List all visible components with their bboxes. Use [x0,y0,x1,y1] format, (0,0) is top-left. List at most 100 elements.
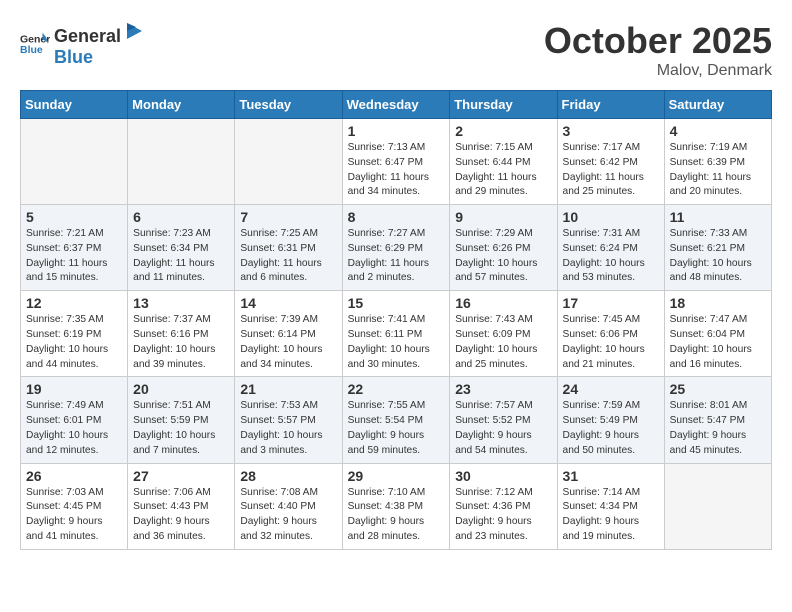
calendar-day-cell: 13 Sunrise: 7:37 AM Sunset: 6:16 PM Dayli… [128,291,235,377]
calendar-day-cell: 30 Sunrise: 7:12 AM Sunset: 4:36 PM Dayli… [450,463,557,549]
day-info: Sunrise: 7:19 AM Sunset: 6:39 PM Dayligh… [670,141,766,200]
logo-icon: General Blue [20,29,50,59]
day-info: Sunrise: 7:43 AM Sunset: 6:09 PM Dayligh… [455,313,551,372]
day-number: 17 [563,295,659,311]
calendar-day-cell: 2 Sunrise: 7:15 AM Sunset: 6:44 PM Daylig… [450,119,557,205]
calendar-day-cell [128,119,235,205]
calendar-day-cell: 4 Sunrise: 7:19 AM Sunset: 6:39 PM Daylig… [664,119,771,205]
calendar-day-cell: 26Sunrise: 7:03 AM Sunset: 4:45 PM Dayli… [21,463,128,549]
calendar-day-cell: 5 Sunrise: 7:21 AM Sunset: 6:37 PM Daylig… [21,205,128,291]
weekday-header-saturday: Saturday [664,91,771,119]
logo-flag-icon [122,20,144,42]
logo-blue: Blue [54,47,93,67]
day-number: 2 [455,123,551,139]
calendar-day-cell: 27Sunrise: 7:06 AM Sunset: 4:43 PM Dayli… [128,463,235,549]
weekday-header-friday: Friday [557,91,664,119]
day-info: Sunrise: 7:59 AM Sunset: 5:49 PM Dayligh… [563,399,659,458]
day-info: Sunrise: 7:03 AM Sunset: 4:45 PM Dayligh… [26,486,122,545]
calendar-day-cell: 12Sunrise: 7:35 AM Sunset: 6:19 PM Dayli… [21,291,128,377]
day-number: 23 [455,381,551,397]
weekday-header-row: SundayMondayTuesdayWednesdayThursdayFrid… [21,91,772,119]
month-title: October 2025 [544,20,772,62]
logo-general: General [54,26,121,47]
calendar-day-cell: 14 Sunrise: 7:39 AM Sunset: 6:14 PM Dayli… [235,291,342,377]
day-number: 20 [133,381,229,397]
day-number: 18 [670,295,766,311]
weekday-header-tuesday: Tuesday [235,91,342,119]
weekday-header-monday: Monday [128,91,235,119]
day-info: Sunrise: 7:10 AM Sunset: 4:38 PM Dayligh… [348,486,445,545]
day-info: Sunrise: 7:31 AM Sunset: 6:24 PM Dayligh… [563,227,659,286]
day-info: Sunrise: 7:55 AM Sunset: 5:54 PM Dayligh… [348,399,445,458]
weekday-header-sunday: Sunday [21,91,128,119]
calendar-day-cell: 18 Sunrise: 7:47 AM Sunset: 6:04 PM Dayli… [664,291,771,377]
day-number: 16 [455,295,551,311]
day-number: 24 [563,381,659,397]
day-info: Sunrise: 7:13 AM Sunset: 6:47 PM Dayligh… [348,141,445,200]
calendar-day-cell: 6 Sunrise: 7:23 AM Sunset: 6:34 PM Daylig… [128,205,235,291]
day-info: Sunrise: 7:08 AM Sunset: 4:40 PM Dayligh… [240,486,336,545]
day-number: 4 [670,123,766,139]
day-number: 11 [670,209,766,225]
day-info: Sunrise: 7:14 AM Sunset: 4:34 PM Dayligh… [563,486,659,545]
svg-text:Blue: Blue [20,44,43,56]
calendar-day-cell [21,119,128,205]
day-number: 7 [240,209,336,225]
calendar-day-cell: 3Sunrise: 7:17 AM Sunset: 6:42 PM Daylig… [557,119,664,205]
day-info: Sunrise: 7:23 AM Sunset: 6:34 PM Dayligh… [133,227,229,286]
day-number: 10 [563,209,659,225]
day-info: Sunrise: 7:21 AM Sunset: 6:37 PM Dayligh… [26,227,122,286]
day-info: Sunrise: 7:29 AM Sunset: 6:26 PM Dayligh… [455,227,551,286]
calendar-day-cell: 19 Sunrise: 7:49 AM Sunset: 6:01 PM Dayli… [21,377,128,463]
calendar-table: SundayMondayTuesdayWednesdayThursdayFrid… [20,90,772,550]
location-title: Malov, Denmark [544,62,772,80]
day-info: Sunrise: 7:06 AM Sunset: 4:43 PM Dayligh… [133,486,229,545]
calendar-week-row: 5 Sunrise: 7:21 AM Sunset: 6:37 PM Daylig… [21,205,772,291]
day-info: Sunrise: 7:47 AM Sunset: 6:04 PM Dayligh… [670,313,766,372]
day-number: 9 [455,209,551,225]
day-number: 28 [240,468,336,484]
day-number: 12 [26,295,122,311]
day-info: Sunrise: 7:12 AM Sunset: 4:36 PM Dayligh… [455,486,551,545]
calendar-day-cell: 16 Sunrise: 7:43 AM Sunset: 6:09 PM Dayli… [450,291,557,377]
calendar-day-cell: 17 Sunrise: 7:45 AM Sunset: 6:06 PM Dayli… [557,291,664,377]
day-number: 19 [26,381,122,397]
day-info: Sunrise: 7:45 AM Sunset: 6:06 PM Dayligh… [563,313,659,372]
day-info: Sunrise: 7:17 AM Sunset: 6:42 PM Dayligh… [563,141,659,200]
calendar-day-cell: 11Sunrise: 7:33 AM Sunset: 6:21 PM Dayli… [664,205,771,291]
day-info: Sunrise: 7:49 AM Sunset: 6:01 PM Dayligh… [26,399,122,458]
day-info: Sunrise: 7:37 AM Sunset: 6:16 PM Dayligh… [133,313,229,372]
logo: General Blue General Blue [20,20,145,68]
day-number: 5 [26,209,122,225]
calendar-day-cell [235,119,342,205]
day-info: Sunrise: 7:25 AM Sunset: 6:31 PM Dayligh… [240,227,336,286]
calendar-week-row: 12Sunrise: 7:35 AM Sunset: 6:19 PM Dayli… [21,291,772,377]
calendar-day-cell: 1 Sunrise: 7:13 AM Sunset: 6:47 PM Daylig… [342,119,450,205]
calendar-day-cell: 25 Sunrise: 8:01 AM Sunset: 5:47 PM Dayli… [664,377,771,463]
calendar-week-row: 1 Sunrise: 7:13 AM Sunset: 6:47 PM Daylig… [21,119,772,205]
calendar-day-cell: 8Sunrise: 7:27 AM Sunset: 6:29 PM Daylig… [342,205,450,291]
day-info: Sunrise: 7:41 AM Sunset: 6:11 PM Dayligh… [348,313,445,372]
day-info: Sunrise: 7:51 AM Sunset: 5:59 PM Dayligh… [133,399,229,458]
calendar-day-cell: 28 Sunrise: 7:08 AM Sunset: 4:40 PM Dayli… [235,463,342,549]
day-number: 8 [348,209,445,225]
calendar-week-row: 26Sunrise: 7:03 AM Sunset: 4:45 PM Dayli… [21,463,772,549]
day-number: 13 [133,295,229,311]
day-number: 14 [240,295,336,311]
day-number: 1 [348,123,445,139]
weekday-header-thursday: Thursday [450,91,557,119]
day-info: Sunrise: 7:15 AM Sunset: 6:44 PM Dayligh… [455,141,551,200]
calendar-week-row: 19 Sunrise: 7:49 AM Sunset: 6:01 PM Dayli… [21,377,772,463]
calendar-day-cell: 22Sunrise: 7:55 AM Sunset: 5:54 PM Dayli… [342,377,450,463]
day-number: 25 [670,381,766,397]
day-info: Sunrise: 8:01 AM Sunset: 5:47 PM Dayligh… [670,399,766,458]
day-info: Sunrise: 7:57 AM Sunset: 5:52 PM Dayligh… [455,399,551,458]
day-number: 6 [133,209,229,225]
day-info: Sunrise: 7:53 AM Sunset: 5:57 PM Dayligh… [240,399,336,458]
day-info: Sunrise: 7:39 AM Sunset: 6:14 PM Dayligh… [240,313,336,372]
calendar-day-cell: 21 Sunrise: 7:53 AM Sunset: 5:57 PM Dayli… [235,377,342,463]
page-header: General Blue General Blue October 2025 M… [20,20,772,80]
day-number: 30 [455,468,551,484]
day-number: 29 [348,468,445,484]
day-number: 21 [240,381,336,397]
